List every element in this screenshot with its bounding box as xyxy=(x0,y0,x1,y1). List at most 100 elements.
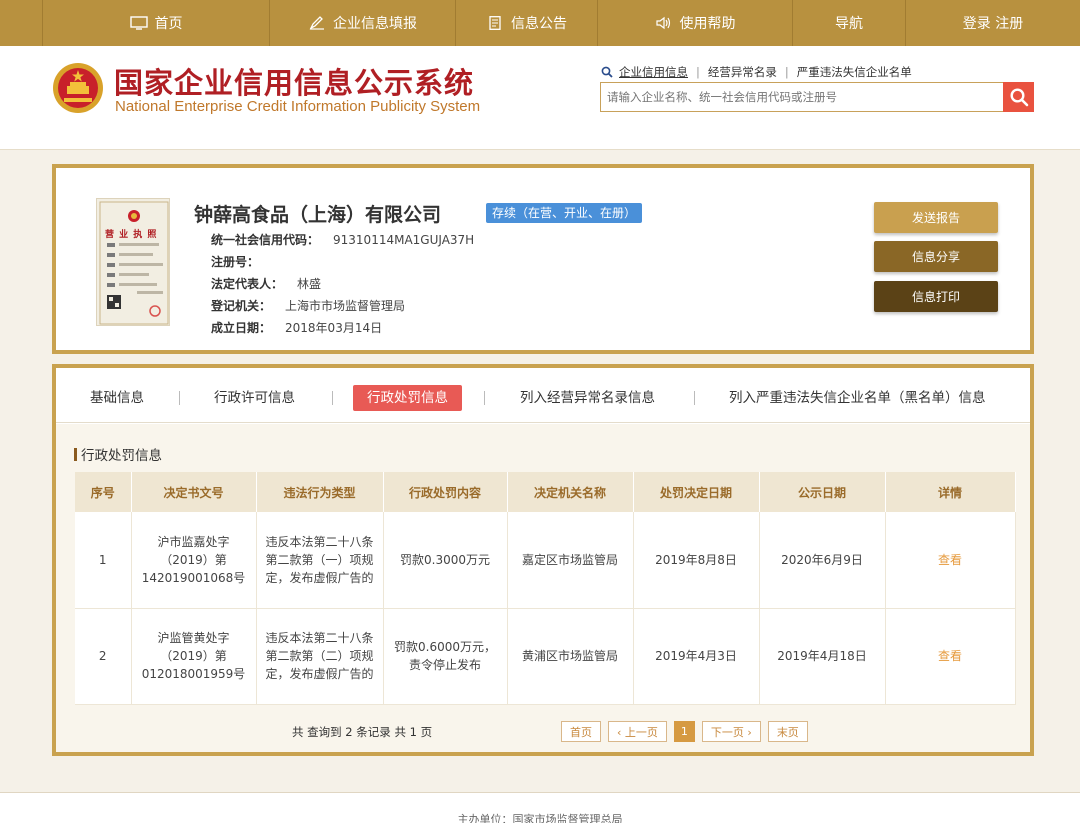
status-badge: 存续（在营、开业、在册） xyxy=(486,203,643,223)
field-registration-authority: 登记机关： 上海市市场监督管理局 xyxy=(211,297,405,314)
first-page-button[interactable]: 首页 xyxy=(561,721,601,742)
search-icon xyxy=(1009,87,1029,107)
search-input[interactable] xyxy=(600,82,1004,112)
search-link-abnormal-list[interactable]: 经营异常名录 xyxy=(700,64,785,80)
tab-separator xyxy=(332,391,333,405)
detail-panel: 基础信息 行政许可信息 行政处罚信息 列入经营异常名录信息 列入严重违法失信企业… xyxy=(52,364,1034,756)
speaker-icon xyxy=(655,16,673,30)
penalty-content: 行政处罚信息 序号 决定书文号 违法行为类型 行政处罚内容 决定机关名称 处罚决… xyxy=(56,424,1030,752)
tab-admin-penalty[interactable]: 行政处罚信息 xyxy=(353,385,462,411)
column-header: 行政处罚内容 xyxy=(383,472,508,512)
field-value: 林盛 xyxy=(297,277,322,291)
license-title: 营 业 执 照 xyxy=(105,230,158,240)
tab-basic-info[interactable]: 基础信息 xyxy=(90,385,144,411)
nav-enterprise-report-label: 企业信息填报 xyxy=(333,16,417,32)
field-label: 法定代表人： xyxy=(211,277,284,291)
view-detail-link[interactable]: 查看 xyxy=(885,512,1016,609)
tab-blacklist[interactable]: 列入严重违法失信企业名单（黑名单）信息 xyxy=(729,385,986,411)
prev-page-button[interactable]: ‹ 上一页 xyxy=(608,721,667,742)
company-name: 钟薛高食品（上海）有限公司 xyxy=(194,204,442,226)
field-label: 注册号： xyxy=(211,255,260,269)
table-row: 2 沪监管黄处字（2019）第012018001959号 违反本法第二十八条第二… xyxy=(75,608,1016,705)
last-page-button[interactable]: 末页 xyxy=(767,721,808,742)
table-cell: 沪市监嘉处字（2019）第142019001068号 xyxy=(131,512,257,609)
nav-announcement[interactable]: 信息公告 xyxy=(456,0,598,46)
nav-help-label: 使用帮助 xyxy=(679,16,736,32)
field-legal-rep: 法定代表人： 林盛 xyxy=(211,275,321,292)
field-value: 上海市市场监督管理局 xyxy=(285,299,406,313)
search-type-links: 企业信用信息 | 经营异常名录 | 严重违法失信企业名单 xyxy=(601,64,920,80)
pagination: 首页 ‹ 上一页 1 下一页 › 末页 xyxy=(561,721,808,742)
send-report-button[interactable]: 发送报告 xyxy=(874,202,998,233)
current-page-button[interactable]: 1 xyxy=(673,721,695,742)
table-cell: 2020年6月9日 xyxy=(759,512,886,609)
document-icon xyxy=(486,16,504,30)
table-cell: 罚款0.3000万元 xyxy=(383,512,508,609)
table-cell: 嘉定区市场监管局 xyxy=(507,512,634,609)
company-info-panel: 营 业 执 照 钟薛高食品（上海）有限公司 存续（在营、开业、在册） 统一社会信… xyxy=(52,164,1034,354)
top-nav: 首页 企业信息填报 信息公告 使用帮助 导航 登录 注册 xyxy=(0,0,1080,46)
search-icon xyxy=(601,66,613,78)
tab-abnormal-list[interactable]: 列入经营异常名录信息 xyxy=(520,385,655,411)
business-license-image[interactable]: 营 业 执 照 xyxy=(96,198,170,326)
table-cell: 沪监管黄处字（2019）第012018001959号 xyxy=(131,608,257,705)
nav-help[interactable]: 使用帮助 xyxy=(598,0,793,46)
site-title-en: National Enterprise Credit Information P… xyxy=(115,98,481,115)
section-marker xyxy=(74,448,77,461)
search-link-credit-info[interactable]: 企业信用信息 xyxy=(613,64,696,80)
nav-enterprise-report[interactable]: 企业信息填报 xyxy=(270,0,456,46)
field-credit-code: 统一社会信用代码： 91310114MA1GUJA37H xyxy=(211,231,474,248)
print-info-button[interactable]: 信息打印 xyxy=(874,281,998,312)
penalty-table: 序号 决定书文号 违法行为类型 行政处罚内容 决定机关名称 处罚决定日期 公示日… xyxy=(75,472,1016,705)
field-value: 91310114MA1GUJA37H xyxy=(333,233,475,247)
nav-home[interactable]: 首页 xyxy=(42,0,270,46)
table-cell: 2 xyxy=(75,608,132,705)
table-cell: 违反本法第二十八条第二款第（二）项规定，发布虚假广告的 xyxy=(256,608,384,705)
national-emblem-icon xyxy=(52,62,104,114)
license-graphic xyxy=(99,201,169,325)
tab-bar: 基础信息 行政许可信息 行政处罚信息 列入经营异常名录信息 列入严重违法失信企业… xyxy=(56,368,1030,423)
field-reg-no: 注册号： xyxy=(211,253,273,270)
field-establish-date: 成立日期： 2018年03月14日 xyxy=(211,319,382,336)
tab-separator xyxy=(179,391,180,405)
pen-icon xyxy=(308,16,326,30)
monitor-icon xyxy=(129,16,148,30)
nav-login-register[interactable]: 登录 注册 xyxy=(906,0,1080,46)
next-page-button[interactable]: 下一页 › xyxy=(701,721,761,742)
column-header: 决定书文号 xyxy=(131,472,257,512)
nav-home-label: 首页 xyxy=(154,16,183,32)
site-title-cn: 国家企业信用信息公示系统 xyxy=(114,66,475,100)
section-title-text: 行政处罚信息 xyxy=(81,448,162,464)
nav-announcement-label: 信息公告 xyxy=(511,16,567,32)
view-detail-link[interactable]: 查看 xyxy=(885,608,1016,705)
table-cell: 违反本法第二十八条第二款第（一）项规定，发布虚假广告的 xyxy=(256,512,384,609)
tab-separator xyxy=(694,391,695,405)
column-header: 详情 xyxy=(885,472,1016,512)
search-button[interactable] xyxy=(1003,82,1034,112)
table-cell: 2019年4月3日 xyxy=(633,608,760,705)
field-label: 登记机关： xyxy=(211,299,272,313)
table-cell: 黄浦区市场监管局 xyxy=(507,608,634,705)
column-header: 决定机关名称 xyxy=(507,472,634,512)
table-cell: 1 xyxy=(75,512,132,609)
table-cell: 2019年4月18日 xyxy=(759,608,886,705)
pager-info: 共 查询到 2 条记录 共 1 页 xyxy=(292,725,433,739)
column-header: 违法行为类型 xyxy=(256,472,384,512)
site-header: 国家企业信用信息公示系统 National Enterprise Credit … xyxy=(0,46,1080,150)
table-cell: 罚款0.6000万元，责令停止发布 xyxy=(383,608,508,705)
column-header: 处罚决定日期 xyxy=(633,472,760,512)
tab-admin-license[interactable]: 行政许可信息 xyxy=(214,385,295,411)
search-link-blacklist[interactable]: 严重违法失信企业名单 xyxy=(789,64,920,80)
field-value: 2018年03月14日 xyxy=(285,321,383,335)
nav-login-register-label: 登录 注册 xyxy=(962,16,1024,32)
nav-navigation[interactable]: 导航 xyxy=(793,0,906,46)
column-header: 序号 xyxy=(75,472,132,512)
nav-navigation-label: 导航 xyxy=(835,16,863,32)
share-info-button[interactable]: 信息分享 xyxy=(874,241,998,272)
field-label: 成立日期： xyxy=(211,321,272,335)
footer-text: 主办单位：国家市场监督管理总局 xyxy=(457,813,623,823)
table-row: 1 沪市监嘉处字（2019）第142019001068号 违反本法第二十八条第二… xyxy=(75,512,1016,609)
section-title: 行政处罚信息 xyxy=(74,444,162,464)
table-header-row: 序号 决定书文号 违法行为类型 行政处罚内容 决定机关名称 处罚决定日期 公示日… xyxy=(75,472,1016,512)
field-label: 统一社会信用代码： xyxy=(211,233,320,247)
